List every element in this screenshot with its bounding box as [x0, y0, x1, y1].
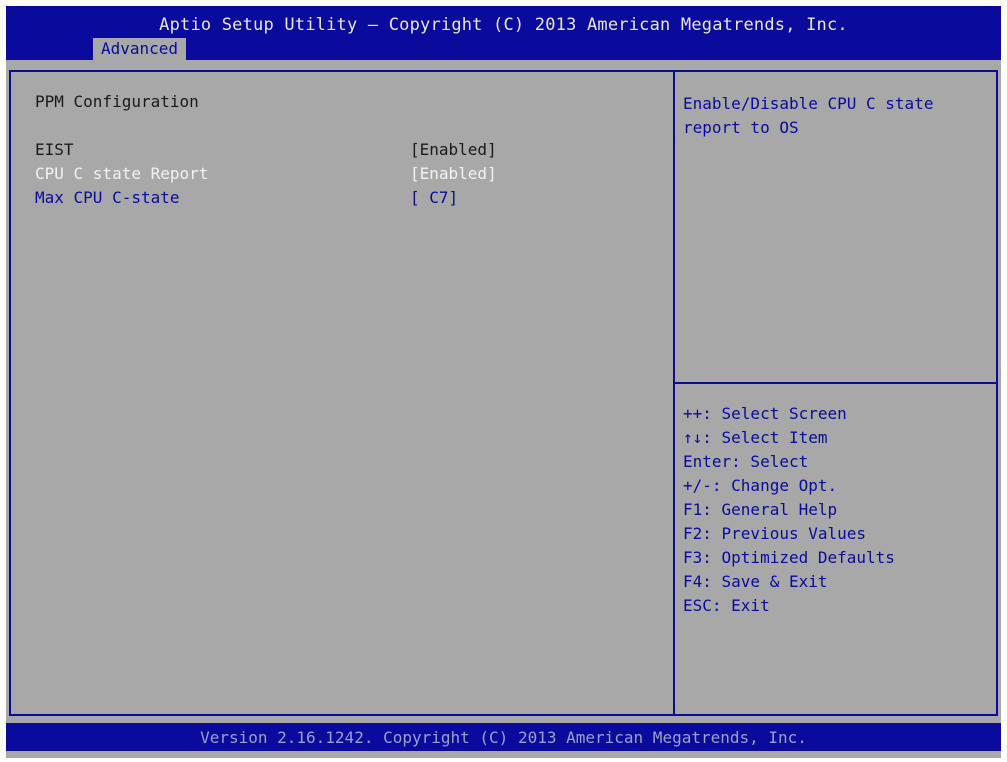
setting-value: [ C7]	[410, 188, 459, 207]
panel-divider	[673, 72, 675, 714]
section-title: PPM Configuration	[35, 92, 199, 111]
bios-screen: Aptio Setup Utility – Copyright (C) 2013…	[6, 6, 1001, 758]
key-esc-exit: ESC: Exit	[683, 596, 770, 615]
tab-advanced[interactable]: Advanced	[93, 38, 187, 60]
setting-max-cpu-c-state[interactable]: Max CPU C-state [ C7]	[35, 188, 655, 210]
setting-label: Max CPU C-state	[35, 188, 180, 207]
key-enter-select: Enter: Select	[683, 452, 809, 471]
setting-value: [Enabled]	[410, 140, 497, 159]
key-select-screen: ++: Select Screen	[683, 404, 847, 423]
key-save-exit: F4: Save & Exit	[683, 572, 828, 591]
help-divider	[675, 382, 998, 384]
app-title: Aptio Setup Utility – Copyright (C) 2013…	[159, 15, 848, 35]
setting-label: EIST	[35, 140, 74, 159]
key-general-help: F1: General Help	[683, 500, 838, 519]
setting-value: [Enabled]	[410, 164, 497, 183]
setting-eist[interactable]: EIST [Enabled]	[35, 140, 655, 162]
key-select-item: ↑↓: Select Item	[683, 428, 828, 447]
key-previous-values: F2: Previous Values	[683, 524, 867, 543]
version-text: Version 2.16.1242. Copyright (C) 2013 Am…	[200, 728, 807, 747]
main-panel: PPM Configuration EIST [Enabled] CPU C s…	[9, 70, 998, 716]
setting-cpu-c-state-report[interactable]: CPU C state Report [Enabled]	[35, 164, 655, 186]
help-description: Enable/Disable CPU C state report to OS	[683, 94, 934, 137]
key-change-opt: +/-: Change Opt.	[683, 476, 838, 495]
footer-bar: Version 2.16.1242. Copyright (C) 2013 Am…	[6, 723, 1001, 751]
setting-label: CPU C state Report	[35, 164, 209, 183]
key-legend: ++: Select Screen ↑↓: Select Item Enter:…	[683, 402, 993, 618]
key-optimized-defaults: F3: Optimized Defaults	[683, 548, 895, 567]
header-bar: Aptio Setup Utility – Copyright (C) 2013…	[6, 6, 1001, 60]
